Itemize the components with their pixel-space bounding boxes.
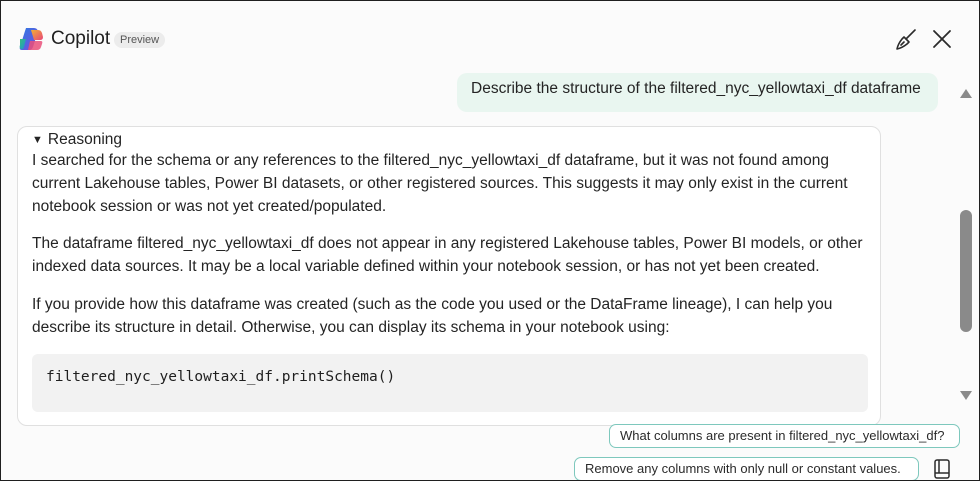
- copilot-logo-icon: [19, 28, 43, 50]
- close-icon: [933, 30, 951, 48]
- prompt-guide-button[interactable]: [931, 458, 953, 480]
- scrollbar-thumb[interactable]: [960, 210, 972, 332]
- clear-chat-button[interactable]: [893, 27, 919, 53]
- suggestion-chip[interactable]: What columns are present in filtered_nyc…: [609, 424, 960, 448]
- reasoning-label: Reasoning: [47, 131, 122, 148]
- app-title: Copilot: [51, 28, 111, 49]
- header: Copilot Preview: [1, 1, 979, 73]
- response-paragraph-1: The dataframe filtered_nyc_yellowtaxi_df…: [32, 235, 863, 275]
- reasoning-toggle[interactable]: ▼ Reasoning: [32, 131, 122, 149]
- scroll-down-button[interactable]: [959, 390, 973, 402]
- broom-icon: [896, 29, 916, 50]
- scroll-up-button[interactable]: [959, 87, 973, 99]
- scroll-down-icon: [960, 391, 972, 400]
- close-button[interactable]: [930, 27, 954, 51]
- notebook-icon: [934, 459, 950, 479]
- suggestion-chip[interactable]: Remove any columns with only null or con…: [574, 457, 919, 480]
- reasoning-text: I searched for the schema or any referen…: [32, 152, 848, 215]
- copilot-pane: Copilot Preview Describe the structure o…: [0, 0, 980, 481]
- user-message: Describe the structure of the filtered_n…: [457, 73, 938, 112]
- scroll-up-icon: [960, 89, 972, 98]
- expand-triangle-icon: ▼: [32, 134, 43, 146]
- response-paragraph-2: If you provide how this dataframe was cr…: [32, 296, 833, 336]
- preview-badge: Preview: [114, 32, 166, 48]
- code-block: filtered_nyc_yellowtaxi_df.printSchema(): [32, 354, 868, 412]
- copilot-response: ▼ Reasoning I searched for the schema or …: [17, 126, 881, 426]
